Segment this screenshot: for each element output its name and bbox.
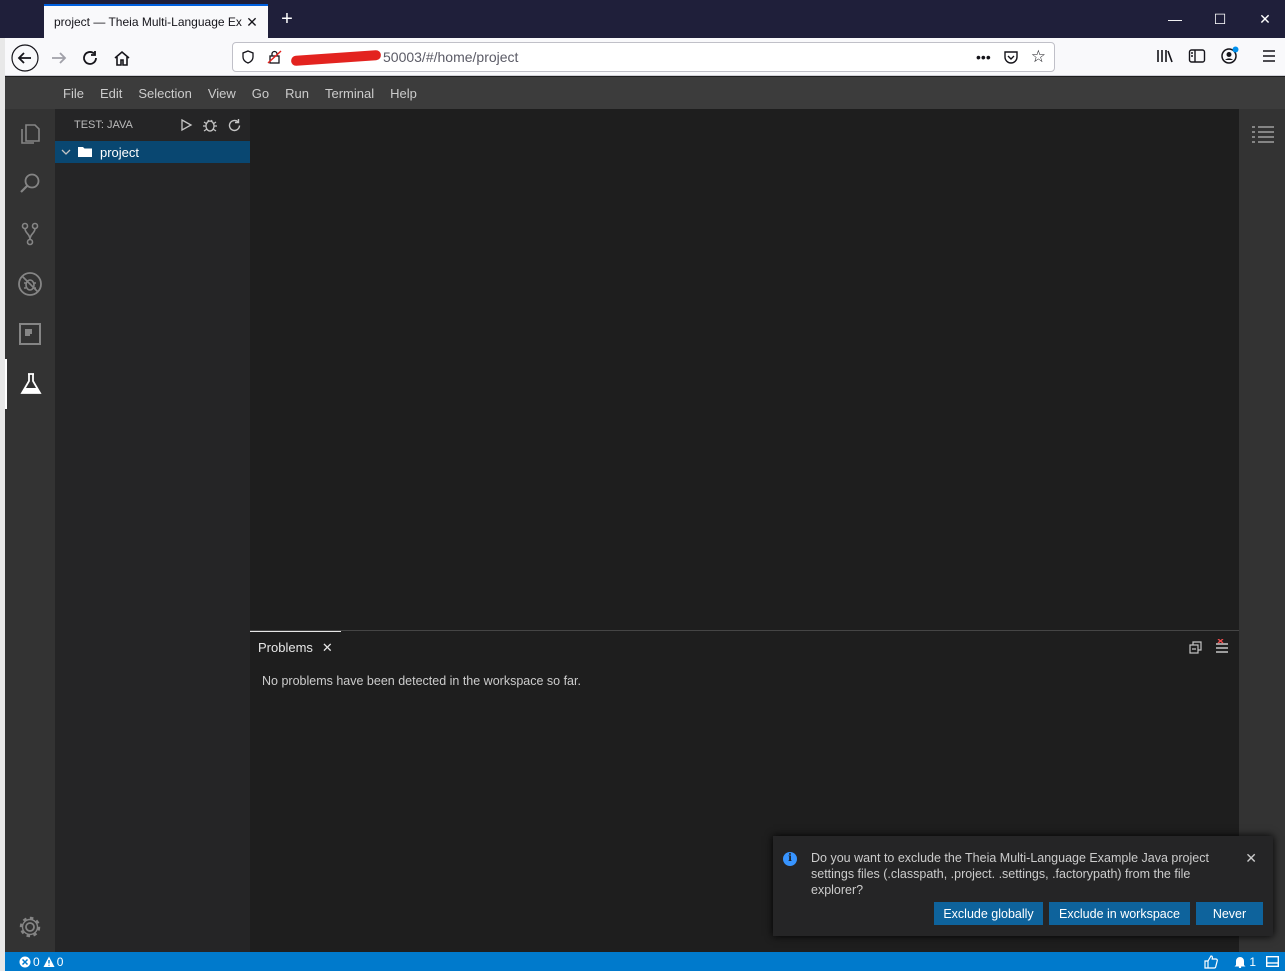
tree-item-label: project <box>100 144 140 160</box>
sidebar-toggle-icon[interactable] <box>1188 48 1206 64</box>
menubar: File Edit Selection View Go Run Terminal… <box>5 77 1285 109</box>
feedback-thumbs-up-icon[interactable] <box>1204 954 1219 969</box>
pocket-icon[interactable] <box>1003 49 1019 65</box>
menu-run[interactable]: Run <box>277 86 317 101</box>
maximize-window-button[interactable]: ☐ <box>1208 8 1232 30</box>
refresh-icon <box>228 118 240 131</box>
forward-arrow-icon <box>52 52 67 64</box>
error-icon <box>19 956 31 967</box>
source-control-icon <box>21 222 39 246</box>
menu-edit[interactable]: Edit <box>92 86 130 101</box>
app-menu-icon[interactable] <box>1261 48 1277 64</box>
notification-count: 1 <box>1249 954 1256 969</box>
warning-icon <box>43 956 55 967</box>
problems-message: No problems have been detected in the wo… <box>262 674 581 688</box>
debug-icon <box>18 272 42 296</box>
close-window-button[interactable]: ✕ <box>1253 8 1277 30</box>
warning-count: 0 <box>56 954 64 969</box>
info-icon: i <box>783 852 797 866</box>
error-count: 0 <box>33 954 40 969</box>
menu-terminal[interactable]: Terminal <box>317 86 382 101</box>
sidebar-title: TEST: JAVA <box>74 119 133 131</box>
notifications-status[interactable]: 1 <box>1234 955 1256 969</box>
activity-test[interactable] <box>5 359 55 409</box>
browser-tab-title: project — Theia Multi-Language Ex <box>54 15 242 29</box>
url-visible-text: 50003/#/home/project <box>383 49 519 65</box>
debug-tests-button[interactable] <box>198 113 222 137</box>
test-flask-icon <box>20 373 42 394</box>
close-tab-icon[interactable]: ✕ <box>244 14 260 31</box>
outline-list-icon[interactable] <box>1251 124 1275 144</box>
run-tests-button[interactable] <box>174 113 198 137</box>
extensions-icon <box>19 323 41 345</box>
exclude-in-workspace-button[interactable]: Exclude in workspace <box>1049 902 1190 925</box>
activity-extensions[interactable] <box>5 309 55 359</box>
search-icon <box>20 173 40 193</box>
right-sidebar <box>1239 109 1285 952</box>
refresh-tests-button[interactable] <box>222 113 246 137</box>
sidebar-header: TEST: JAVA <box>55 109 250 141</box>
url-text: 50003/#/home/project <box>290 49 964 67</box>
activity-source-control[interactable] <box>5 209 55 259</box>
chevron-down-icon <box>61 149 71 155</box>
reload-icon <box>83 51 97 65</box>
minimize-window-button[interactable]: — <box>1163 8 1187 30</box>
settings-gear-icon <box>19 916 41 938</box>
menu-help[interactable]: Help <box>382 86 425 101</box>
activity-debug[interactable] <box>5 259 55 309</box>
debug-bug-icon <box>203 119 217 132</box>
toggle-panel-icon[interactable] <box>1266 956 1279 967</box>
problems-tab-label: Problems <box>258 640 313 655</box>
close-notification-icon[interactable]: ✕ <box>1245 850 1257 867</box>
close-problems-icon[interactable]: ✕ <box>322 640 333 656</box>
tab-problems[interactable]: Problems ✕ <box>250 631 341 663</box>
problems-status[interactable]: 0 0 <box>19 955 63 969</box>
tree-item-project[interactable]: project <box>55 141 250 163</box>
menu-view[interactable]: View <box>200 86 244 101</box>
account-icon[interactable] <box>1220 46 1240 66</box>
redaction-mark <box>290 50 382 67</box>
play-icon <box>181 118 193 132</box>
menu-selection[interactable]: Selection <box>130 86 199 101</box>
clear-problems-icon[interactable] <box>1215 639 1229 654</box>
page-actions-icon[interactable]: ••• <box>976 49 991 65</box>
reload-button[interactable] <box>76 44 104 72</box>
menu-file[interactable]: File <box>55 86 92 101</box>
home-icon <box>114 50 130 66</box>
bookmark-star-icon[interactable]: ☆ <box>1031 47 1046 67</box>
url-bar[interactable]: 50003/#/home/project ••• ☆ <box>232 42 1055 72</box>
home-button[interactable] <box>108 44 136 72</box>
insecure-lock-icon <box>267 50 282 64</box>
menu-go[interactable]: Go <box>244 86 277 101</box>
activity-settings[interactable] <box>5 902 55 952</box>
bell-icon <box>1234 957 1246 968</box>
folder-icon <box>78 147 92 157</box>
browser-tab[interactable]: project — Theia Multi-Language Ex ✕ <box>44 4 268 38</box>
new-tab-button[interactable]: + <box>276 8 298 30</box>
exclude-globally-button[interactable]: Exclude globally <box>934 902 1043 925</box>
forward-button[interactable] <box>45 44 73 72</box>
explorer-icon <box>21 124 40 144</box>
collapse-all-icon[interactable] <box>1189 641 1202 654</box>
status-bar: 0 0 1 <box>5 952 1285 971</box>
activity-search[interactable] <box>5 159 55 209</box>
test-sidebar <box>55 109 250 952</box>
library-icon[interactable] <box>1156 48 1174 64</box>
back-button[interactable] <box>11 44 39 72</box>
back-arrow-icon <box>11 44 39 72</box>
notification-message: Do you want to exclude the Theia Multi-L… <box>811 851 1209 897</box>
notification-toast: i Do you want to exclude the Theia Multi… <box>773 836 1273 936</box>
activity-explorer[interactable] <box>5 109 55 159</box>
shield-icon <box>242 50 254 64</box>
editor-area[interactable] <box>250 109 1239 630</box>
never-button[interactable]: Never <box>1196 902 1263 925</box>
